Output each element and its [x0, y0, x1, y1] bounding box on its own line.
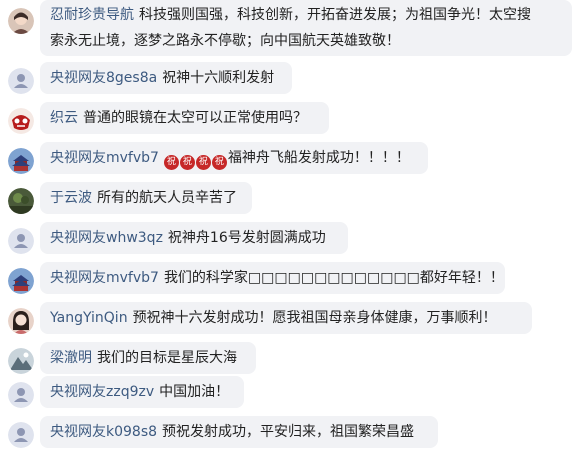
default-user-avatar-icon[interactable] [8, 228, 34, 254]
landscape-avatar-icon[interactable] [8, 188, 34, 214]
comment-text: 祝神十六顺利发射 [162, 70, 275, 86]
comment-username[interactable]: 梁澈明 [50, 350, 92, 366]
comment-username[interactable]: 央视网友zzq9zv [50, 384, 154, 400]
temple-avatar-icon[interactable] [8, 148, 34, 174]
comment-bubble: 织云 普通的眼镜在太空可以正常使用吗？ [40, 102, 329, 134]
comment-text: 所有的航天人员辛苦了 [97, 190, 237, 206]
comment-text: 中国加油！ [159, 384, 230, 400]
default-user-avatar-icon[interactable] [8, 422, 34, 448]
comment-bubble: 央视网友mvfvb7 我们的科学家□□□□□□□□□□□□□都好年轻！！！！ [40, 262, 505, 294]
comment-text: 预祝发射成功，平安归来，祖国繁荣昌盛 [162, 424, 415, 440]
comment-bubble: 梁澈明 我们的目标是星辰大海 [40, 342, 256, 374]
blessing-emoji-icon: 祝 [179, 155, 195, 170]
comment-text: 预祝神十六发射成功！愿我祖国母亲身体健康，万事顺利！ [132, 310, 497, 326]
user-photo-avatar-icon[interactable] [8, 8, 34, 34]
comment-text: 普通的眼镜在太空可以正常使用吗？ [83, 110, 307, 126]
comment-bubble: 央视网友whw3qz 祝神舟16号发射圆满成功 [40, 222, 348, 254]
comment-username[interactable]: YangYinQin [50, 310, 128, 326]
comment-username[interactable]: 央视网友mvfvb7 [50, 150, 159, 166]
default-user-avatar-icon[interactable] [8, 68, 34, 94]
comment-feed: 忍耐珍贵导航 科技强则国强，科技创新，开拓奋进发展；为祖国争光！太空搜 索永无止境… [0, 0, 578, 450]
comment-bubble: 央视网友zzq9zv 中国加油！ [40, 376, 244, 408]
comment-username[interactable]: 央视网友k098s8 [50, 424, 157, 440]
comment-bubble: 于云波 所有的航天人员辛苦了 [40, 182, 252, 214]
comment-username[interactable]: 央视网友8ges8a [50, 70, 157, 86]
blessing-emoji-icon: 祝 [163, 155, 179, 170]
comment-text: 我们的科学家□□□□□□□□□□□□□都好年轻！！！！ [163, 270, 505, 286]
comment-username[interactable]: 于云波 [50, 190, 92, 206]
red-mask-avatar-icon[interactable] [8, 108, 34, 134]
comment-text: 祝神舟16号发射圆满成功 [167, 230, 326, 246]
comment-bubble: 央视网友mvfvb7 祝祝祝祝福神舟飞船发射成功！！！！ [40, 142, 428, 174]
default-user-avatar-icon[interactable] [8, 382, 34, 408]
comment-username[interactable]: 织云 [50, 110, 78, 126]
comment-username[interactable]: 央视网友mvfvb7 [50, 270, 159, 286]
blessing-emoji-icon: 祝 [211, 155, 227, 170]
comment-username[interactable]: 央视网友whw3qz [50, 230, 163, 246]
mountain-avatar-icon[interactable] [8, 348, 34, 374]
user-photo-avatar-icon[interactable] [8, 308, 34, 334]
comment-bubble: 忍耐珍贵导航 科技强则国强，科技创新，开拓奋进发展；为祖国争光！太空搜 索永无止境… [40, 0, 572, 56]
comment-username[interactable]: 忍耐珍贵导航 [50, 7, 134, 23]
comment-bubble: 央视网友k098s8 预祝发射成功，平安归来，祖国繁荣昌盛 [40, 416, 438, 448]
comment-text: 科技强则国强，科技创新，开拓奋进发展；为祖国争光！太空搜 [139, 7, 531, 23]
blessing-emoji-icon: 祝 [195, 155, 211, 170]
comment-text: 我们的目标是星辰大海 [97, 350, 237, 366]
comment-text: 福神舟飞船发射成功！！！！ [227, 150, 410, 166]
temple-avatar-icon[interactable] [8, 268, 34, 294]
comment-bubble: 央视网友8ges8a 祝神十六顺利发射 [40, 62, 292, 94]
comment-bubble: YangYinQin 预祝神十六发射成功！愿我祖国母亲身体健康，万事顺利！ [40, 302, 532, 334]
comment-text-continued: 索永无止境，逐梦之路永不停歇；向中国航天英雄致敬！ [50, 33, 400, 49]
